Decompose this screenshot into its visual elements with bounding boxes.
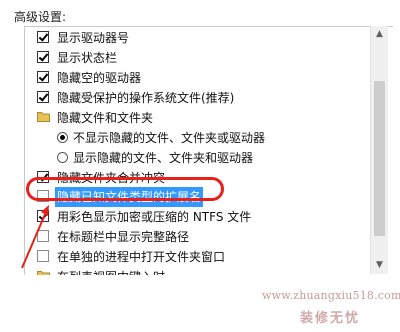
list-group-label: 在列表视图中键入时 xyxy=(57,267,165,275)
list-item-label: 隐藏空的驱动器 xyxy=(57,71,142,85)
list-item-label: 显示状态栏 xyxy=(57,51,118,65)
scrollbar-thumb[interactable] xyxy=(374,81,385,236)
list-item-label: 显示驱动器号 xyxy=(57,31,130,45)
annotation-red-circle xyxy=(26,177,224,201)
list-item-label: 在单独的进程中打开文件夹窗口 xyxy=(57,250,226,264)
list-item-label: 隐藏受保护的操作系统文件(推荐) xyxy=(57,91,235,105)
radio-button[interactable] xyxy=(57,132,68,143)
list-item-label: 用彩色显示加密或压缩的 NTFS 文件 xyxy=(57,210,252,224)
scroll-up-arrow-icon[interactable]: ▲ xyxy=(371,26,388,43)
checkbox[interactable] xyxy=(37,230,49,242)
list-item-label: 在标题栏中显示完整路径 xyxy=(57,230,190,244)
vertical-scrollbar[interactable]: ▲ ▼ xyxy=(370,26,388,274)
folder-icon xyxy=(37,112,50,122)
checkbox[interactable] xyxy=(37,31,49,43)
checkbox[interactable] xyxy=(37,210,49,222)
checkbox[interactable] xyxy=(37,250,49,262)
watermark-name: 装修无忧 xyxy=(300,311,361,326)
advanced-settings-list[interactable]: 显示驱动器号 显示状态栏 隐藏空的驱动器 隐藏受保护的操作系统文件(推荐) 隐藏… xyxy=(24,26,393,275)
checkbox[interactable] xyxy=(37,71,49,83)
folder-icon xyxy=(37,271,50,275)
checkbox[interactable] xyxy=(37,51,49,63)
watermark-url: www.zhuangxiu518.com xyxy=(262,289,400,302)
advanced-settings-heading: 高级设置: xyxy=(14,10,67,24)
list-group-label: 隐藏文件和文件夹 xyxy=(57,111,154,125)
radio-button[interactable] xyxy=(57,152,68,163)
radio-label: 不显示隐藏的文件、文件夹或驱动器 xyxy=(73,131,266,145)
scroll-down-arrow-icon[interactable]: ▼ xyxy=(371,257,388,274)
radio-label: 显示隐藏的文件、文件夹和驱动器 xyxy=(73,151,254,165)
checkbox[interactable] xyxy=(37,91,49,103)
